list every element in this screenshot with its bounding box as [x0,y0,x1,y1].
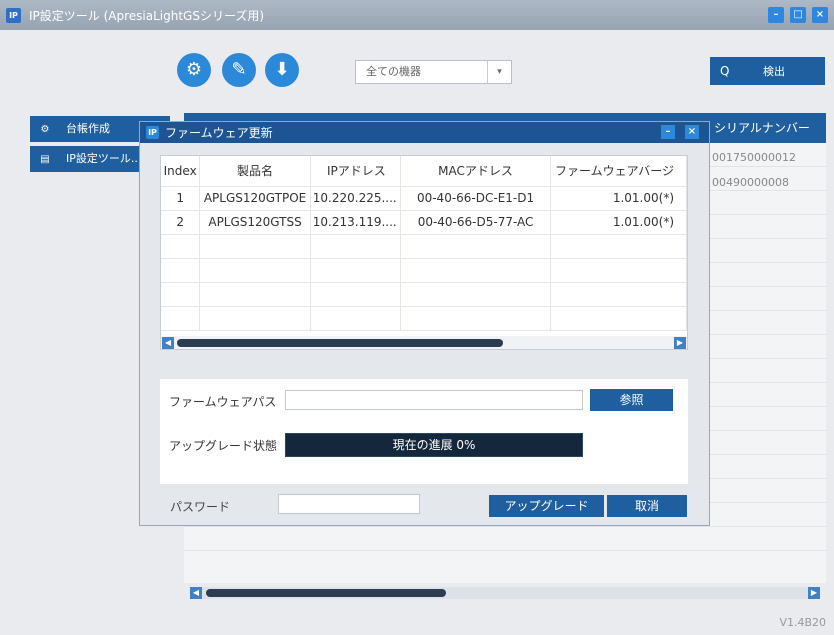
column-header-product[interactable]: 製品名 [199,156,311,187]
scroll-right-icon[interactable]: ▶ [674,337,686,349]
device-list-grid: Index 製品名 IPアドレス MACアドレス ファームウェアバージ 1 AP… [160,155,688,350]
column-header-firmware[interactable]: ファームウェアバージ [550,156,687,187]
minimize-icon[interactable]: – [768,7,784,23]
cell-product: APLGS120GTSS [199,210,311,235]
window-title: IP設定ツール (ApresiaLightGSシリーズ用) [29,8,265,23]
dialog-titlebar: IP ファームウェア更新 – × [140,122,709,143]
key-icon[interactable]: ✎ [222,53,256,87]
cell-index: 2 [161,210,201,235]
table-row[interactable] [161,258,687,283]
cell-mac: 00-40-66-DC-E1-D1 [400,186,552,211]
table-row[interactable] [184,527,826,551]
firmware-update-dialog: IP ファームウェア更新 – × Index 製品名 IPアドレス MACアドレ… [139,121,710,526]
cell-firmware: 1.01.00(*) [550,210,687,235]
cell-mac: 00-40-66-D5-77-AC [400,210,552,235]
cancel-button[interactable]: 取消 [607,495,687,517]
column-header-mac[interactable]: MACアドレス [400,156,552,187]
app-logo-icon: IP [6,7,21,23]
download-icon[interactable]: ⬇ [265,53,299,87]
firmware-path-label: ファームウェアパス [169,395,277,409]
dialog-close-icon[interactable]: × [685,125,699,139]
column-header-ip[interactable]: IPアドレス [310,156,402,187]
device-filter-select[interactable]: 全ての機器 ▾ [355,60,512,84]
cell-index: 1 [161,186,201,211]
grid-header-row: Index 製品名 IPアドレス MACアドレス ファームウェアバージ [161,156,687,187]
table-row[interactable] [161,282,687,307]
password-label: パスワード [170,500,231,514]
detect-button-label: 検出 [762,65,785,78]
scroll-left-icon[interactable]: ◀ [162,337,174,349]
column-header-index[interactable]: Index [161,156,201,187]
cell-ip: 10.213.119.... [310,210,402,235]
upgrade-status-label: アップグレード状態 [169,439,278,453]
scrollbar-thumb[interactable] [206,589,446,597]
search-icon: Q [720,64,730,78]
cell-ip: 10.220.225.... [310,186,402,211]
dialog-title: ファームウェア更新 [165,126,273,140]
upgrade-progress-bar: 現在の進展 0% [285,433,583,457]
serial-number-header: シリアルナンバー [714,121,810,135]
horizontal-scrollbar[interactable]: ◀ ▶ [190,587,820,599]
device-filter-value: 全ての機器 [366,65,421,78]
sidebar-item-label: 台帳作成 [66,122,110,135]
upgrade-button[interactable]: アップグレード [489,495,604,517]
list-icon: ▤ [40,154,50,165]
table-row[interactable]: 2 APLGS120GTSS 10.213.119.... 00-40-66-D… [161,210,687,235]
chevron-down-icon[interactable]: ▾ [487,61,511,83]
settings-gear-icon[interactable]: ⚙ [177,53,211,87]
detect-button[interactable]: Q 検出 [710,57,825,85]
maximize-icon[interactable]: □ [790,7,806,23]
password-field[interactable] [278,494,420,514]
serial-number-cell: 001750000012 [712,151,796,164]
firmware-path-input[interactable] [285,390,583,410]
grid-horizontal-scrollbar[interactable]: ◀ ▶ [161,336,687,349]
dialog-logo-icon: IP [146,126,159,139]
close-icon[interactable]: × [812,7,828,23]
serial-number-cell: 00490000008 [712,176,789,189]
scroll-left-icon[interactable]: ◀ [190,587,202,599]
cell-product: APLGS120GTPOE [199,186,311,211]
sidebar-item-label: IP設定ツール... [66,152,142,165]
version-label: V1.4B20 [779,616,826,629]
table-row[interactable] [161,306,687,331]
firmware-form-panel: ファームウェアパス 参照 アップグレード状態 現在の進展 0% [160,379,688,484]
scroll-right-icon[interactable]: ▶ [808,587,820,599]
browse-button[interactable]: 参照 [590,389,673,411]
table-row[interactable] [161,234,687,259]
gear-icon: ⚙ [40,124,50,135]
scrollbar-thumb[interactable] [177,339,503,347]
toolbar: ⚙ ✎ ⬇ 全ての機器 ▾ Q 検出 [0,30,834,108]
main-titlebar: IP IP設定ツール (ApresiaLightGSシリーズ用) – □ × [0,0,834,30]
cell-firmware: 1.01.00(*) [550,186,687,211]
dialog-minimize-icon[interactable]: – [661,125,675,139]
table-row[interactable]: 1 APLGS120GTPOE 10.220.225.... 00-40-66-… [161,186,687,211]
